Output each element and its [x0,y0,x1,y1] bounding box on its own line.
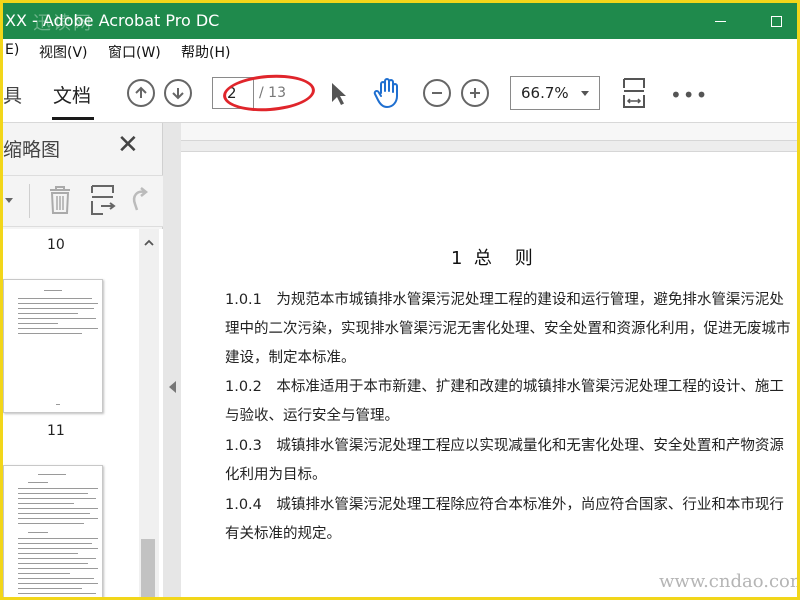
fit-page-button[interactable] [621,77,647,113]
active-tab-indicator [52,117,94,120]
select-tool-button[interactable] [329,81,349,111]
thumbnail-page[interactable] [3,465,103,597]
tab-document[interactable]: 文档 [53,81,91,108]
maximize-icon [770,15,782,27]
next-page-button[interactable] [164,79,192,107]
site-watermark: www.cndao.com [659,571,800,592]
app-window: XX - Adobe Acrobat Pro DC 迅读网 E) 视图(V) 窗… [0,0,800,600]
section-heading: 1 总 则 [451,248,533,269]
zoom-in-button[interactable] [461,79,489,107]
minus-icon [432,92,442,94]
cursor-arrow-icon [332,83,346,105]
arrow-down-icon [172,88,184,100]
rotate-page-button[interactable] [129,186,151,218]
rotate-icon [132,187,149,211]
previous-page-edge [181,123,797,141]
paragraph: 1.0.2 本标准适用于本市新建、扩建和改建的城镇排水管渠污泥处理工程的设计、施… [225,379,784,424]
arrow-up-icon [135,86,147,98]
paragraph: 1.0.3 城镇排水管渠污泥处理工程应以实现减量化和无害化处理、安全处置和产物资… [225,438,784,483]
extract-icon [91,185,116,215]
plus-icon [470,88,480,98]
panel-title: 缩略图 [3,139,61,161]
options-dropdown-icon[interactable] [5,198,13,203]
fit-width-icon [623,78,645,108]
more-tools-button[interactable]: ••• [670,83,708,107]
menu-view[interactable]: 视图(V) [39,42,88,62]
thumbnail-page[interactable] [3,279,103,413]
close-icon[interactable]: ✕ [117,132,139,158]
chevron-down-icon [581,91,589,96]
panel-collapse-strip[interactable] [163,123,181,597]
maximize-button[interactable] [753,3,797,39]
thumbnail-label: 10 [47,237,65,253]
watermark-logo: 迅读网 [33,13,93,34]
thumbnail-label: 11 [47,423,65,439]
divider [29,184,30,218]
thumbnail-panel: 缩略图 ✕ 10 11 [3,123,163,597]
paragraph: 1.0.1 为规范本市城镇排水管渠污泥处理工程的建设和运行管理，避免排水管渠污泥… [225,292,791,366]
thumbnail-toolbar [3,175,163,227]
trash-icon [50,186,70,214]
document-page: 1 总 则 1.0.1 为规范本市城镇排水管渠污泥处理工程的建设和运行管理，避免… [181,151,797,597]
previous-page-button[interactable] [127,79,155,107]
document-viewport: 1 总 则 1.0.1 为规范本市城镇排水管渠污泥处理工程的建设和运行管理，避免… [181,123,797,597]
minimize-button[interactable] [697,3,743,39]
title-bar: XX - Adobe Acrobat Pro DC 迅读网 [3,3,797,39]
scrollbar-thumb[interactable] [141,539,155,597]
delete-page-button[interactable] [47,184,73,220]
hand-icon [373,78,398,108]
paragraph: 1.0.4 城镇排水管渠污泥处理工程除应符合本标准外，尚应符合国家、行业和本市现… [225,497,784,542]
menu-help[interactable]: 帮助(H) [181,42,230,62]
thumbnail-list: 10 11 [3,229,163,597]
menu-edit[interactable]: E) [5,42,19,58]
chevron-left-icon[interactable] [169,381,176,393]
extract-page-button[interactable] [89,184,117,220]
minimize-icon [714,20,726,22]
toolbar: 具 文档 2 / 13 66.7% ••• [3,63,797,123]
menu-bar: E) 视图(V) 窗口(W) 帮助(H) [3,39,797,63]
chevron-up-icon[interactable] [143,237,155,249]
hand-tool-button[interactable] [373,77,403,113]
tab-tools[interactable]: 具 [3,81,22,108]
zoom-out-button[interactable] [423,79,451,107]
menu-window[interactable]: 窗口(W) [108,42,161,62]
